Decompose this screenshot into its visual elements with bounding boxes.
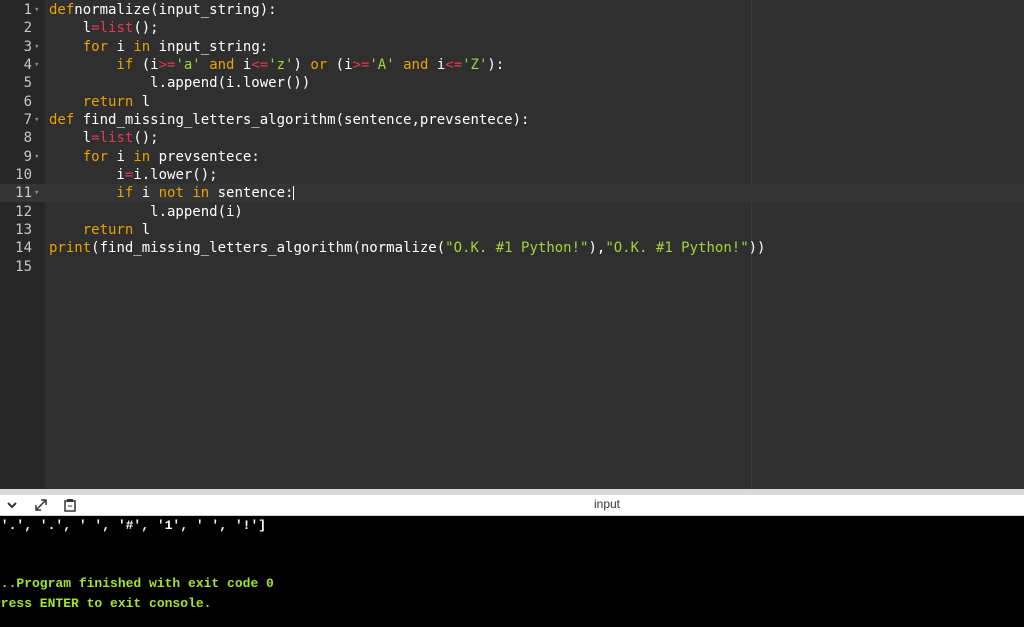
text-cursor	[293, 186, 295, 201]
line-number: 15	[15, 258, 32, 275]
code-text: def find_missing_letters_algorithm(sente…	[49, 111, 530, 128]
code-text: print(find_missing_letters_algorithm(nor…	[49, 240, 766, 257]
code-line[interactable]: 12 l.append(i)	[0, 203, 1024, 221]
code-line[interactable]: 2 l=list();	[0, 19, 1024, 37]
fold-arrow-icon[interactable]: ▾	[34, 1, 39, 19]
line-number: 12	[15, 203, 32, 220]
code-text: i=i.lower();	[49, 166, 218, 183]
console-output-panel[interactable]: ['.', '.', ' ', '#', '1', ' ', '!'] ...P…	[0, 516, 1024, 627]
code-text: for i in prevsentece:	[49, 148, 260, 165]
code-text: l=list();	[49, 130, 159, 147]
code-line[interactable]: 9 ▾ for i in prevsentece:	[0, 148, 1024, 166]
code-line[interactable]: 10 i=i.lower();	[0, 166, 1024, 184]
line-number: 7	[23, 111, 32, 128]
code-text: l=list();	[49, 20, 159, 37]
code-text: if i not in sentence:	[49, 185, 295, 202]
line-number: 6	[23, 93, 32, 110]
console-finished-line: ...Program finished with exit code 0	[0, 576, 274, 591]
code-text: for i in input_string:	[49, 38, 269, 55]
code-line[interactable]: 6 return l	[0, 93, 1024, 111]
console-title: input	[593, 497, 621, 511]
code-text: l.append(i)	[49, 203, 243, 220]
line-number: 9	[23, 148, 32, 165]
fold-arrow-icon[interactable]: ▾	[34, 111, 39, 129]
code-text: defnormalize(input_string):	[49, 2, 277, 18]
line-number: 4	[23, 56, 32, 73]
code-line[interactable]: 14 print(find_missing_letters_algorithm(n…	[0, 239, 1024, 257]
console-toolbar: input	[0, 495, 1024, 516]
console-output-line: ['.', '.', ' ', '#', '1', ' ', '!']	[0, 518, 267, 533]
console-prompt-line: Press ENTER to exit console.	[0, 596, 212, 611]
code-line[interactable]: 1 ▾ defnormalize(input_string):	[0, 1, 1024, 19]
line-number: 1	[23, 2, 32, 18]
line-number: 8	[23, 130, 32, 147]
code-line[interactable]: 7 ▾ def find_missing_letters_algorithm(sen…	[0, 111, 1024, 129]
code-line[interactable]: 13 return l	[0, 221, 1024, 239]
fold-arrow-icon[interactable]: ▾	[34, 184, 39, 202]
code-editor[interactable]: 1 ▾ defnormalize(input_string): 2 l=list();…	[0, 0, 1024, 489]
code-line[interactable]: 3 ▾ for i in input_string:	[0, 38, 1024, 56]
code-line[interactable]: 11 ▾ if i not in sentence:	[0, 184, 1024, 202]
code-line[interactable]: 5 l.append(i.lower())	[0, 74, 1024, 92]
line-number: 11	[15, 185, 32, 202]
line-number: 5	[23, 75, 32, 92]
line-number: 10	[15, 166, 32, 183]
line-number: 14	[15, 240, 32, 257]
line-number: 3	[23, 38, 32, 55]
code-text: return l	[49, 93, 151, 110]
line-number: 13	[15, 221, 32, 238]
code-line[interactable]: 15	[0, 258, 1024, 276]
code-text: l.append(i.lower())	[49, 75, 311, 92]
code-line[interactable]: 8 l=list();	[0, 129, 1024, 147]
fold-arrow-icon[interactable]: ▾	[34, 56, 39, 74]
code-line[interactable]: 4 ▾ if (i>='a' and i<='z') or (i>='A' and…	[0, 56, 1024, 74]
line-number: 2	[23, 20, 32, 37]
code-text: return l	[49, 221, 151, 238]
fold-arrow-icon[interactable]: ▾	[34, 38, 39, 56]
fold-arrow-icon[interactable]: ▾	[34, 148, 39, 166]
code-text: if (i>='a' and i<='z') or (i>='A' and i<…	[49, 56, 505, 73]
